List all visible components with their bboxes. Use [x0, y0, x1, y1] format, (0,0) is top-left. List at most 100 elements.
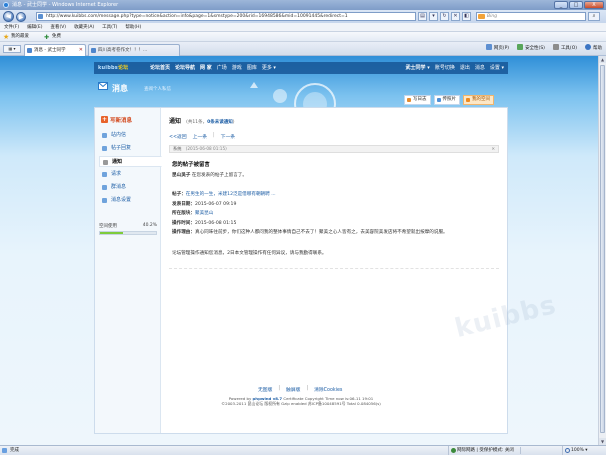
footer-meta: Powered by phpwind v8.7 Certificate Copy… — [94, 396, 508, 406]
address-input[interactable]: http://www.kuibbs.com/message.php?type=n… — [36, 12, 416, 21]
close-tab-icon[interactable]: ✕ — [79, 45, 83, 56]
sidebar-item-requests[interactable]: 请求 — [99, 169, 157, 180]
menu-tools[interactable]: 工具(T) — [102, 23, 117, 31]
cmd-safety[interactable]: 安全性(S) — [517, 44, 545, 54]
window-controls: _ □ X — [554, 1, 604, 9]
search-input[interactable]: Bing — [476, 12, 586, 21]
security-zone[interactable]: 网际网路 | 受保护模式: 关闭 — [448, 446, 514, 455]
quick-tabs-icon[interactable]: ▦ ▾ — [3, 45, 21, 53]
favorites-star-icon[interactable]: ★ — [3, 34, 9, 41]
scroll-up-icon[interactable]: ▲ — [599, 56, 606, 63]
cmd-page[interactable]: 网页(P) — [485, 44, 509, 54]
ext-icon[interactable]: ◧ — [462, 12, 471, 21]
gear-icon — [552, 44, 559, 50]
status-text: 完成 — [10, 448, 19, 453]
favorites-link[interactable]: 免费 — [52, 32, 61, 42]
cmd-help[interactable]: 帮助 — [585, 44, 602, 54]
summary-text: 在您发表的帖子上留言了。 — [191, 173, 247, 178]
logout-link[interactable]: 退出 — [460, 62, 470, 74]
banner-title: 消息 — [112, 84, 128, 93]
nav-gallery[interactable]: 图库 — [247, 62, 257, 74]
nav-more[interactable]: 更多 ▾ — [262, 62, 276, 74]
zoom-level[interactable]: 100% ▾ — [562, 446, 588, 455]
search-icon[interactable]: ⌕ — [588, 12, 600, 21]
compat-icon[interactable]: ▤ — [418, 12, 427, 21]
page-icon — [38, 14, 43, 19]
next-link[interactable]: 下一条 — [221, 133, 235, 140]
system-label: 系统 — [173, 146, 182, 151]
forward-arrow-icon[interactable]: ▶ — [16, 12, 26, 22]
prev-link[interactable]: 上一条 — [193, 133, 207, 140]
menu-bar: 文件(F) 编辑(E) 查看(V) 收藏夹(A) 工具(T) 帮助(H) — [0, 23, 606, 32]
bing-icon — [478, 14, 485, 19]
protected-mode-icon[interactable] — [520, 447, 532, 454]
sidebar-item-inbox[interactable]: 站内信 — [99, 130, 157, 141]
menu-favorites[interactable]: 收藏夹(A) — [74, 23, 94, 31]
favorites-label[interactable]: 我的最爱 — [11, 32, 29, 42]
nav-family[interactable]: 网 家 — [200, 62, 212, 74]
back-link[interactable]: <<返回 — [169, 133, 187, 140]
minimize-button[interactable]: _ — [554, 1, 568, 9]
nav-square[interactable]: 广场 — [217, 62, 227, 74]
sidebar-item-notices[interactable]: 通知 — [99, 156, 162, 167]
messages-link[interactable]: 消息 — [475, 62, 485, 74]
detail-op-time: 操作时间：2015-06-08 01:15 — [172, 220, 237, 226]
page-icon — [485, 44, 492, 50]
footer-touch-link[interactable]: 触屏版 — [286, 386, 300, 393]
upload-photo-button[interactable]: 传照片 — [433, 95, 460, 105]
shield-icon — [517, 44, 524, 50]
close-icon[interactable]: ✕ — [491, 146, 495, 152]
space-usage: 空间使用 40.2% — [99, 223, 157, 235]
reply-icon — [102, 146, 107, 151]
switch-account-link[interactable]: 账号切换 — [435, 62, 455, 74]
post-link[interactable]: 在男生的一生，米建12泛是借哪有朝朝聘 ... — [186, 192, 276, 197]
tab-essay[interactable]: 四川高考卷作文！！！... — [88, 44, 180, 56]
scroll-down-icon[interactable]: ▼ — [599, 438, 606, 445]
tab-page-icon — [27, 48, 32, 53]
nav-guide[interactable]: 论坛导航 — [175, 62, 195, 74]
message-note: 论坛管理操作通知您消息，2日本文管理操作有任何异议，请与我勤得联系。 — [172, 250, 327, 256]
footer-clear-cookies-link[interactable]: 清除Cookies — [314, 386, 342, 393]
refresh-icon[interactable]: ↻ — [440, 12, 449, 21]
stop-icon[interactable]: ✕ — [451, 12, 460, 21]
menu-file[interactable]: 文件(F) — [4, 23, 19, 31]
notice-main: 通知 (共11条，0条未读通知) <<返回 上一条 | 下一条 系统 (2015… — [169, 116, 560, 344]
pager-separator: | — [213, 133, 215, 138]
compose-message-button[interactable]: + 写新消息 — [101, 116, 132, 124]
menu-help[interactable]: 帮助(H) — [125, 23, 141, 31]
detail-reason: 操作理由：真心同味往前步，你们这种人都问我的整体事情自己不去了！聚美之心人皆有之… — [172, 230, 448, 235]
sidebar: + 写新消息 站内信 帖子回复 通知 请求 群消息 消息设置 空间使用 40.2% — [95, 108, 162, 433]
footer-no-image-link[interactable]: 无图版 — [258, 386, 272, 393]
sidebar-item-replies[interactable]: 帖子回复 — [99, 143, 157, 154]
my-space-button[interactable]: 我的空间 — [463, 95, 494, 105]
vertical-scrollbar[interactable]: ▲ ▼ — [598, 56, 606, 445]
board-link[interactable]: 聚美昆山 — [195, 211, 213, 216]
nav-games[interactable]: 游戏 — [232, 62, 242, 74]
sidebar-item-settings[interactable]: 消息设置 — [99, 195, 157, 206]
menu-view[interactable]: 查看(V) — [50, 23, 66, 31]
sidebar-item-group[interactable]: 群消息 — [99, 182, 157, 193]
group-icon — [102, 185, 107, 190]
maximize-button[interactable]: □ — [569, 1, 583, 9]
scroll-thumb[interactable] — [600, 65, 605, 433]
settings-icon — [102, 198, 107, 203]
unread-link[interactable]: 0条未读通知 — [207, 120, 233, 125]
summary-user[interactable]: 昆山吳子 — [172, 173, 190, 178]
site-logo[interactable]: kuibbs论坛 — [98, 62, 128, 74]
menu-edit[interactable]: 编辑(E) — [27, 23, 42, 31]
envelope-icon — [102, 133, 107, 138]
tab-label: 四川高考卷作文！！！... — [98, 48, 148, 53]
message-envelope-icon — [98, 82, 108, 90]
dropdown-icon[interactable]: ▾ — [429, 12, 438, 21]
message-divider — [169, 268, 499, 269]
write-diary-button[interactable]: 写日志 — [404, 95, 431, 105]
detail-date: 发表日期：2015-06-07 09:19 — [172, 201, 237, 207]
cmd-tools[interactable]: 工具(O) — [552, 44, 577, 54]
tab-message[interactable]: 消息 - 武士同学 ✕ — [24, 44, 86, 56]
username-link[interactable]: 武士同学 ▾ — [406, 62, 430, 74]
nav-home[interactable]: 论坛首页 — [150, 62, 170, 74]
close-button[interactable]: X — [584, 1, 604, 9]
back-arrow-icon[interactable]: ◀ — [3, 11, 14, 22]
system-time: (2015-06-08 01:15) — [185, 146, 227, 151]
settings-link[interactable]: 设置 ▾ — [490, 62, 504, 74]
